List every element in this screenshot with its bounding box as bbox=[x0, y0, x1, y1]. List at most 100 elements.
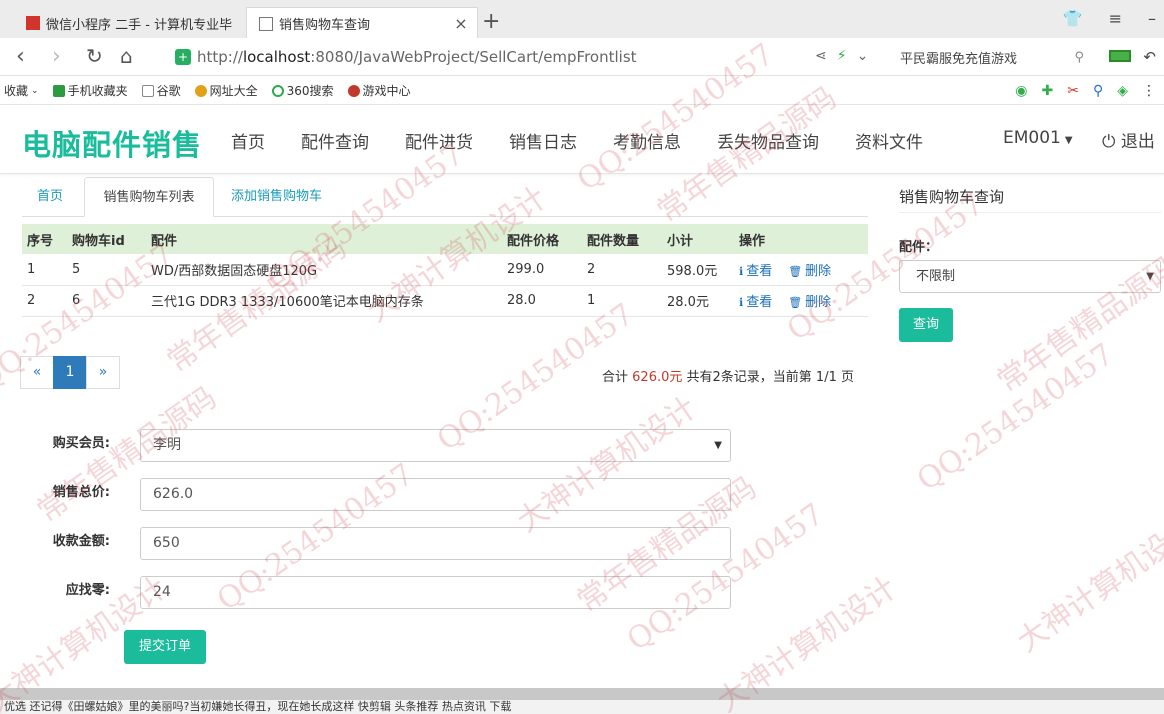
scissors-icon[interactable]: ✂ bbox=[1067, 83, 1079, 99]
search-input[interactable]: 平民霸服免充值游戏 ⚲ bbox=[890, 44, 1090, 70]
url-field[interactable]: + http://localhost:8080/JavaWebProject/S… bbox=[175, 44, 795, 70]
home-icon[interactable]: ⌂ bbox=[120, 44, 133, 68]
watermark-design: 大神计算机设计 bbox=[510, 390, 704, 540]
member-select[interactable]: 李明 ▼ bbox=[140, 429, 731, 462]
brand-logo[interactable]: 电脑配件销售 bbox=[22, 122, 202, 164]
col-actions: 操作 bbox=[734, 224, 868, 254]
bookmark-label: 谷歌 bbox=[156, 84, 181, 98]
chat-icon[interactable]: ◉ bbox=[1015, 83, 1027, 99]
tab-home[interactable]: 首页 bbox=[37, 177, 63, 217]
nav-files[interactable]: 资料文件 bbox=[855, 128, 923, 153]
minimize-icon[interactable]: – bbox=[1148, 9, 1156, 28]
close-tab-icon[interactable]: × bbox=[451, 14, 471, 33]
battery-icon bbox=[1109, 50, 1132, 62]
cart-table: 序号 购物车id 配件 配件价格 配件数量 小计 操作 1 5 WD/西部数据固… bbox=[22, 224, 868, 317]
address-actions: ⋖ ⚡ ⌄ bbox=[815, 48, 868, 64]
magnifier-icon[interactable]: ⚲ bbox=[1093, 83, 1103, 99]
received-amount-input[interactable]: 650 bbox=[140, 527, 731, 560]
cell-part: WD/西部数据固态硬盘120G bbox=[146, 254, 502, 286]
cell-qty: 2 bbox=[582, 254, 662, 286]
share-icon[interactable]: ⋖ bbox=[815, 48, 827, 64]
submit-order-button[interactable]: 提交订单 bbox=[124, 630, 206, 664]
add-icon[interactable]: ✚ bbox=[1041, 83, 1053, 99]
tab-cart-list[interactable]: 销售购物车列表 bbox=[84, 177, 214, 217]
trash-icon: 🗑 bbox=[788, 264, 803, 278]
nav-lost-items[interactable]: 丢失物品查询 bbox=[717, 128, 819, 153]
bookmark-sites[interactable]: 网址大全 bbox=[194, 82, 258, 99]
view-button[interactable]: ℹ 查看 bbox=[739, 295, 772, 310]
nav-home[interactable]: 首页 bbox=[231, 128, 265, 153]
game-icon bbox=[347, 84, 360, 97]
user-menu[interactable]: EM001 ▼ bbox=[1003, 128, 1073, 148]
shirt-icon[interactable]: 👕 bbox=[1063, 9, 1083, 28]
pagination: « 1 » bbox=[20, 356, 120, 389]
bookmark-favorites[interactable]: 收藏 ⌄ bbox=[4, 82, 39, 99]
delete-button[interactable]: 🗑 删除 bbox=[788, 264, 831, 279]
pager-page-1[interactable]: 1 bbox=[53, 356, 87, 389]
gamepad-icon[interactable]: ◈ bbox=[1117, 83, 1128, 99]
view-button[interactable]: ℹ 查看 bbox=[739, 264, 772, 279]
info-icon: ℹ bbox=[739, 296, 744, 309]
part-filter-value: 不限制 bbox=[916, 269, 956, 284]
horizontal-scrollbar[interactable] bbox=[0, 688, 1164, 700]
info-icon: ℹ bbox=[739, 264, 744, 278]
more-icon[interactable]: ⋮ bbox=[1142, 83, 1156, 99]
bookmark-mobile[interactable]: 手机收藏夹 bbox=[52, 82, 128, 99]
total-price-input[interactable]: 626.0 bbox=[140, 478, 731, 511]
phone-icon bbox=[52, 84, 65, 97]
part-filter-select[interactable]: 不限制 ▼ bbox=[899, 260, 1161, 293]
refresh-icon[interactable]: ↻ bbox=[86, 44, 103, 68]
cell-subtotal: 28.0元 bbox=[662, 285, 734, 317]
received-label: 收款金额: bbox=[52, 534, 110, 549]
search-text: 平民霸服免充值游戏 bbox=[900, 51, 1018, 67]
browser-tab-1[interactable]: 微信小程序 二手 - 计算机专业毕 bbox=[18, 7, 246, 39]
summary-prefix: 合计 bbox=[602, 370, 629, 385]
member-label: 购买会员: bbox=[52, 436, 110, 451]
page-icon bbox=[259, 16, 273, 31]
col-price: 配件价格 bbox=[502, 224, 582, 254]
back-icon[interactable]: ‹ bbox=[16, 44, 25, 69]
nav-part-query[interactable]: 配件查询 bbox=[301, 128, 369, 153]
cell-actions: ℹ 查看 🗑 删除 bbox=[734, 254, 868, 286]
search-icon[interactable]: ⚲ bbox=[1074, 50, 1084, 65]
logout-button[interactable]: ⏻ 退出 bbox=[1102, 127, 1155, 152]
bookmark-google[interactable]: 谷歌 bbox=[141, 82, 181, 99]
table-row: 1 5 WD/西部数据固态硬盘120G 299.0 2 598.0元 ℹ 查看 🗑 删… bbox=[22, 254, 868, 286]
view-label: 查看 bbox=[746, 295, 773, 310]
cell-id: 6 bbox=[67, 285, 146, 317]
bookmark-label: 360搜索 bbox=[286, 84, 334, 98]
dropdown-arrow-icon: ▼ bbox=[714, 440, 722, 451]
watermark-qq: QQ:254540457 bbox=[910, 336, 1121, 499]
pager-next[interactable]: » bbox=[86, 356, 120, 389]
delete-button[interactable]: 🗑 删除 bbox=[788, 295, 831, 310]
secure-shield-icon: + bbox=[175, 49, 191, 65]
chevron-down-icon[interactable]: ⌄ bbox=[857, 48, 869, 64]
bookmark-games[interactable]: 游戏中心 bbox=[347, 82, 411, 99]
nav-part-purchase[interactable]: 配件进货 bbox=[405, 128, 473, 153]
tab-add-cart[interactable]: 添加销售购物车 bbox=[231, 177, 322, 217]
nav-sales-log[interactable]: 销售日志 bbox=[509, 128, 577, 153]
favicon-icon bbox=[26, 16, 40, 30]
col-subtotal: 小计 bbox=[662, 224, 734, 254]
new-tab-button[interactable]: + bbox=[482, 9, 500, 34]
undo-icon[interactable]: ↶ bbox=[1143, 48, 1156, 66]
content-tabs: 首页 销售购物车列表 添加销售购物车 bbox=[22, 177, 868, 217]
dropdown-arrow-icon: ▼ bbox=[1146, 271, 1154, 282]
browser-tab-2[interactable]: 销售购物车查询 × bbox=[246, 7, 478, 39]
bookmark-360[interactable]: 360搜索 bbox=[271, 82, 334, 99]
user-id: EM001 bbox=[1003, 128, 1061, 148]
change-label: 应找零: bbox=[65, 583, 110, 598]
pager-prev[interactable]: « bbox=[20, 356, 54, 389]
cell-qty: 1 bbox=[582, 285, 662, 317]
query-button[interactable]: 查询 bbox=[899, 308, 953, 342]
browser-statusbar: 优选 还记得《田螺姑娘》里的美丽吗?当初嫌她长得丑，现在她长成这样 快剪辑 头条… bbox=[0, 700, 1164, 714]
watermark-design: 大神计算机设计 bbox=[1010, 510, 1164, 660]
url-host: localhost bbox=[242, 48, 311, 66]
forward-icon[interactable]: › bbox=[52, 44, 61, 69]
menu-icon[interactable]: ≡ bbox=[1109, 9, 1122, 28]
caret-down-icon: ▼ bbox=[1064, 135, 1073, 146]
main-menu: 首页 配件查询 配件进货 销售日志 考勤信息 丢失物品查询 资料文件 bbox=[213, 128, 941, 153]
nav-attendance[interactable]: 考勤信息 bbox=[613, 128, 681, 153]
change-input[interactable]: 24 bbox=[140, 576, 731, 609]
lightning-icon[interactable]: ⚡ bbox=[837, 48, 847, 64]
